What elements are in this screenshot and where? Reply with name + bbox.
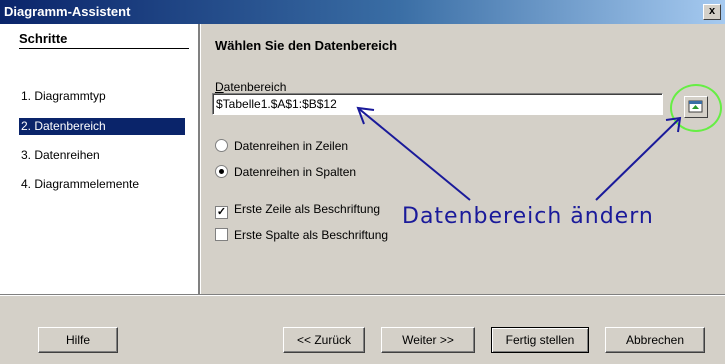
finish-button[interactable]: Fertig stellen xyxy=(491,327,589,353)
back-button[interactable]: << Zurück xyxy=(283,327,365,353)
next-button[interactable]: Weiter >> xyxy=(381,327,475,353)
cancel-button[interactable]: Abbrechen xyxy=(605,327,705,353)
annotation-arrows xyxy=(356,106,682,201)
annotation-text: Datenbereich ändern xyxy=(402,204,654,229)
help-button[interactable]: Hilfe xyxy=(38,327,118,353)
button-divider xyxy=(0,294,725,296)
